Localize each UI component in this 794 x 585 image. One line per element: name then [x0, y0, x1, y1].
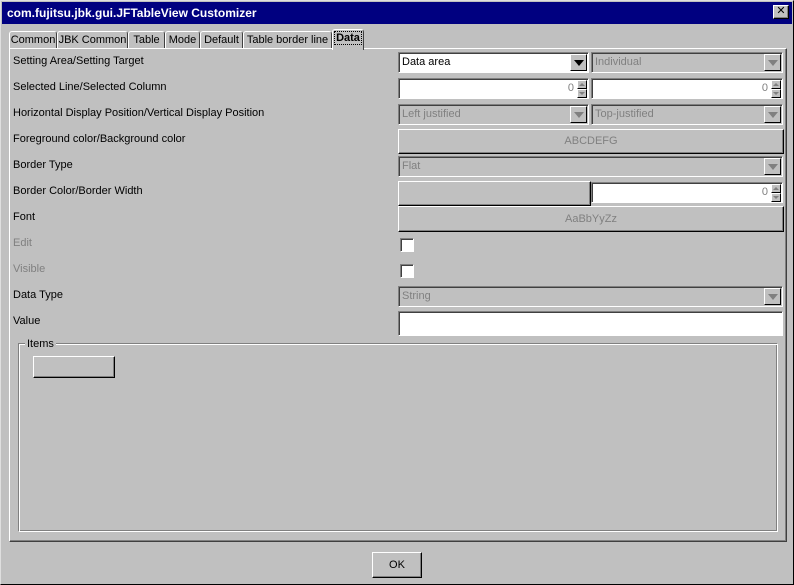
- tab-mode[interactable]: Mode: [165, 31, 200, 49]
- chevron-down-icon[interactable]: [764, 288, 781, 305]
- spin-up-icon[interactable]: [771, 184, 781, 193]
- items-groupbox-title: Items: [25, 338, 56, 350]
- horizontal-position-combo[interactable]: Left justified: [398, 104, 589, 125]
- setting-area-value: Data area: [402, 56, 451, 68]
- selected-line-column-label: Selected Line/Selected Column: [13, 81, 167, 93]
- setting-target-value: Individual: [595, 56, 642, 68]
- chevron-down-icon[interactable]: [764, 158, 781, 175]
- border-width-value: 0: [761, 186, 768, 198]
- items-button[interactable]: [33, 356, 115, 378]
- border-type-value: Flat: [402, 160, 421, 172]
- customizer-window: com.fujitsu.jbk.gui.JFTableView Customiz…: [0, 0, 794, 585]
- close-icon[interactable]: ✕: [773, 5, 789, 19]
- border-type-label: Border Type: [13, 159, 73, 171]
- spin-down-icon[interactable]: [771, 193, 781, 202]
- window-title: com.fujitsu.jbk.gui.JFTableView Customiz…: [7, 6, 257, 20]
- tab-table-border-line[interactable]: Table border line: [243, 31, 332, 49]
- tab-data[interactable]: Data: [332, 29, 364, 50]
- horizontal-position-value: Left justified: [402, 108, 461, 120]
- spin-up-icon[interactable]: [771, 80, 781, 89]
- vertical-position-value: Top-justified: [595, 108, 654, 120]
- chevron-down-icon[interactable]: [570, 54, 587, 71]
- data-type-label: Data Type: [13, 289, 63, 301]
- title-bar[interactable]: com.fujitsu.jbk.gui.JFTableView Customiz…: [2, 2, 792, 24]
- font-label: Font: [13, 211, 36, 223]
- border-color-width-label: Border Color/Border Width: [13, 185, 143, 197]
- chevron-down-icon[interactable]: [764, 54, 781, 71]
- border-width-stepper[interactable]: 0: [591, 182, 783, 203]
- spin-down-icon[interactable]: [771, 89, 781, 98]
- selected-column-stepper[interactable]: 0: [591, 78, 783, 99]
- setting-area-combo[interactable]: Data area: [398, 52, 589, 73]
- selected-line-stepper[interactable]: 0: [398, 78, 589, 99]
- tab-table[interactable]: Table: [128, 31, 165, 49]
- display-position-label: Horizontal Display Position/Vertical Dis…: [13, 107, 265, 119]
- edit-checkbox[interactable]: [400, 238, 414, 252]
- chevron-down-icon[interactable]: [764, 106, 781, 123]
- spin-down-icon[interactable]: [577, 89, 587, 98]
- selected-line-value: 0: [567, 82, 574, 94]
- data-type-combo[interactable]: String: [398, 286, 783, 307]
- selected-column-value: 0: [761, 82, 768, 94]
- ok-button[interactable]: OK: [372, 552, 422, 578]
- items-groupbox: [18, 343, 778, 532]
- border-color-button[interactable]: [398, 181, 591, 206]
- value-label: Value: [13, 315, 41, 327]
- colors-label: Foreground color/Background color: [13, 133, 186, 145]
- tab-jbk-common[interactable]: JBK Common: [57, 31, 128, 49]
- tab-common[interactable]: Common: [9, 31, 57, 49]
- chevron-down-icon[interactable]: [570, 106, 587, 123]
- spin-up-icon[interactable]: [577, 80, 587, 89]
- color-picker-button[interactable]: ABCDEFG: [398, 129, 784, 154]
- vertical-position-combo[interactable]: Top-justified: [591, 104, 783, 125]
- setting-target-combo[interactable]: Individual: [591, 52, 783, 73]
- font-picker-button[interactable]: AaBbYyZz: [398, 206, 784, 232]
- edit-label: Edit: [13, 237, 32, 249]
- setting-area-label: Setting Area/Setting Target: [13, 55, 144, 67]
- data-type-value: String: [402, 290, 431, 302]
- tab-default[interactable]: Default: [200, 31, 243, 49]
- border-type-combo[interactable]: Flat: [398, 156, 783, 177]
- visible-label: Visible: [13, 263, 46, 275]
- visible-checkbox[interactable]: [400, 264, 414, 278]
- value-input[interactable]: [398, 311, 783, 336]
